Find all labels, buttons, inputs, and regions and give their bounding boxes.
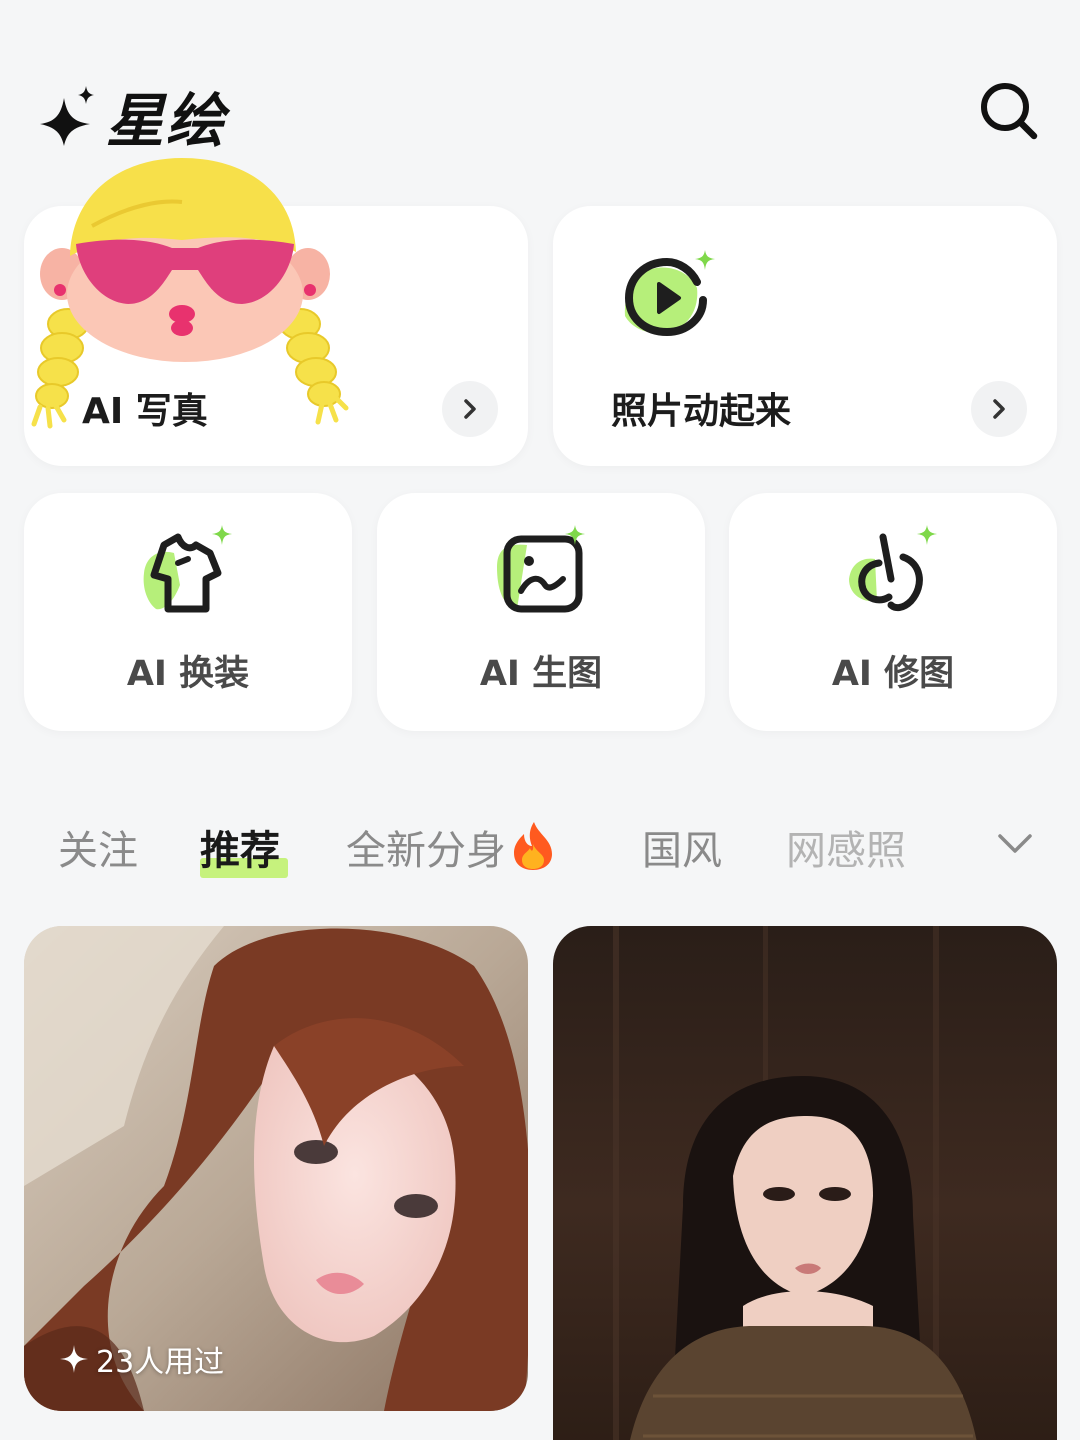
tab-online-photo[interactable]: 网感照	[786, 818, 906, 876]
tab-label: 全新分身	[346, 828, 506, 874]
feature-label: AI 修图	[831, 654, 955, 694]
tab-follow[interactable]: 关注	[58, 818, 138, 876]
play-sparkle-icon	[624, 250, 715, 337]
category-tabs: 关注 推荐 全新分身 国风 网感照	[0, 800, 1080, 890]
app-logo: 星绘	[38, 74, 226, 158]
chevron-right-icon[interactable]	[971, 381, 1027, 437]
edit-sparkle-icon	[849, 525, 937, 612]
feature-card-ai-generate[interactable]: AI 生图	[377, 493, 705, 731]
shirt-sparkle-icon	[143, 525, 232, 613]
usage-text: 23人用过	[96, 1345, 225, 1380]
feature-card-ai-outfit[interactable]: AI 换装	[24, 493, 352, 731]
portrait-photo	[553, 926, 1057, 1440]
tab-guofeng[interactable]: 国风	[642, 818, 722, 876]
sparkle-logo-icon	[40, 86, 94, 146]
chevron-right-icon[interactable]	[442, 381, 498, 437]
usage-count: 23人用过	[58, 1337, 224, 1381]
app-name: 星绘	[106, 87, 227, 155]
search-icon[interactable]	[978, 80, 1040, 142]
sparkle-icon	[60, 1345, 88, 1373]
feature-label: AI 生图	[479, 654, 603, 694]
feature-card-ai-retouch[interactable]: AI 修图	[729, 493, 1057, 731]
fire-icon	[514, 822, 552, 870]
tab-recommend[interactable]: 推荐	[200, 818, 280, 876]
feature-label: AI 换装	[126, 654, 250, 694]
chevron-down-icon[interactable]	[994, 826, 1036, 862]
tab-new-avatar[interactable]: 全新分身	[346, 818, 556, 876]
portrait-sticker-icon	[31, 158, 349, 429]
feature-label: 照片动起来	[611, 391, 792, 432]
feed-card[interactable]	[553, 926, 1057, 1440]
feature-card-animate-photo[interactable]: 照片动起来	[553, 206, 1057, 466]
home-screen: 星绘 AI 写真 照片动起来 AI 换装 AI 生图 AI 修图 关注 推荐 全…	[0, 0, 1080, 1440]
feed-card[interactable]: 23人用过	[24, 926, 528, 1411]
image-sparkle-icon	[497, 525, 585, 613]
